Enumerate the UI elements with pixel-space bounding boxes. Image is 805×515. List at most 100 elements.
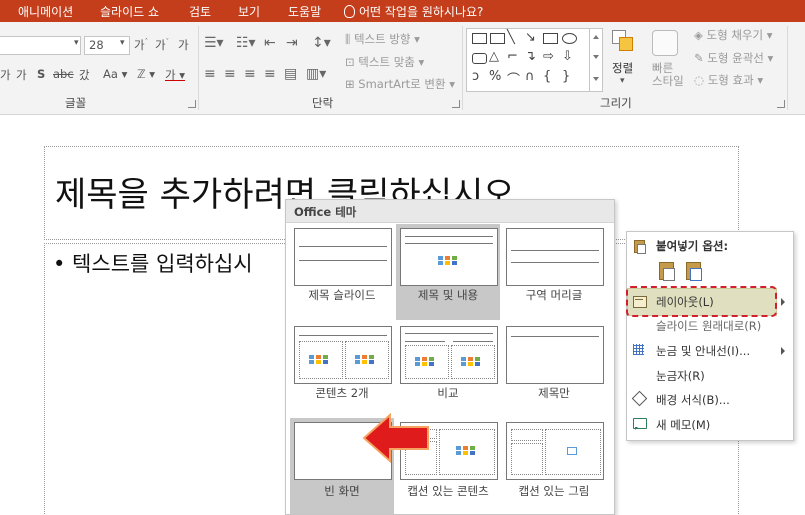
shape-effects-icon: ◌	[694, 73, 708, 87]
text-direction-button[interactable]: ⫼ 텍스트 방향 ▾	[345, 31, 420, 47]
arc-shape-icon[interactable]: ∩	[525, 69, 535, 84]
shape-fill-icon: ◈	[694, 28, 707, 42]
new-comment-menu-item[interactable]: 새 메모(M)	[656, 417, 710, 433]
down-arrow-shape-icon[interactable]: ⇩	[562, 49, 573, 64]
layout-comparison[interactable]: 비교	[396, 322, 500, 418]
tab-help[interactable]: 도움말	[288, 3, 321, 20]
layout-thumbnail	[400, 228, 498, 286]
bullets-icon[interactable]: ☰▾	[204, 35, 224, 51]
font-dialog-launcher[interactable]	[188, 100, 196, 108]
elbow-connector-shape-icon[interactable]: ⌐	[507, 49, 518, 64]
distributed-icon[interactable]: ▤	[284, 66, 297, 82]
layout-label: 캡션 있는 콘텐츠	[407, 484, 489, 498]
align-right-icon[interactable]: ≡	[244, 66, 256, 82]
arrow-line-shape-icon[interactable]: ↘	[525, 30, 536, 45]
content-icons-icon	[456, 446, 478, 456]
layout-picture-with-caption[interactable]: 캡션 있는 그림	[502, 418, 606, 514]
font-size-box[interactable]: 28 ▾	[84, 36, 130, 55]
right-brace-shape-icon[interactable]: }	[562, 69, 570, 84]
layout-label: 빈 화면	[324, 484, 360, 498]
clipboard-icon	[632, 238, 646, 254]
quick-styles-icon	[652, 30, 678, 56]
font-color-icon[interactable]: 가 ▾	[165, 67, 185, 83]
layout-title-and-content[interactable]: 제목 및 내용	[396, 224, 500, 320]
elbow-arrow-shape-icon[interactable]: ↴	[525, 49, 536, 64]
highlight-icon[interactable]: ℤ ▾	[137, 67, 155, 81]
paragraph-group-label: 단락	[312, 96, 334, 110]
decrease-indent-icon[interactable]: ⇤	[264, 35, 276, 51]
scroll-down-icon[interactable]	[593, 55, 599, 59]
paste-picture-icon[interactable]	[685, 260, 703, 281]
scroll-up-icon[interactable]	[593, 35, 599, 39]
textbox-shape-icon[interactable]	[472, 33, 487, 44]
rectangle-shape-icon[interactable]	[543, 33, 558, 44]
format-background-menu-item[interactable]: 배경 서식(B)...	[656, 392, 730, 408]
strikethrough-icon[interactable]: abc	[53, 67, 74, 81]
line-spacing-icon[interactable]: ↕▾	[312, 35, 331, 51]
char-spacing-icon[interactable]: 갔	[79, 67, 90, 83]
quick-styles-button[interactable]: 빠른 스타일	[642, 26, 688, 92]
layout-thumbnail	[506, 326, 604, 384]
numbering-icon[interactable]: ☷▾	[236, 35, 256, 51]
tab-view[interactable]: 보기	[238, 3, 260, 20]
shapes-gallery-scroll[interactable]	[589, 28, 603, 92]
ruler-menu-item[interactable]: 눈금자(R)	[656, 368, 705, 384]
tab-animations[interactable]: 애니메이션	[18, 3, 73, 20]
gallery-more-icon[interactable]	[593, 77, 599, 81]
paragraph-dialog-launcher[interactable]	[452, 100, 460, 108]
text-align-label: 텍스트 맞춤	[358, 55, 415, 69]
paste-use-destination-theme-icon[interactable]	[658, 260, 676, 281]
smartart-icon: ⊞	[345, 77, 359, 91]
font-name-box[interactable]	[0, 36, 81, 55]
italic-icon[interactable]: 가	[0, 67, 11, 83]
shapes-gallery[interactable]: ╲ ↘ △ ⌐ ↴ ⇨ ⇩ ↄ % ⌒ ∩ { }	[466, 28, 590, 92]
clear-format-icon[interactable]: 가	[178, 37, 189, 53]
shape-fill-button[interactable]: ◈ 도형 채우기 ▾	[694, 27, 773, 43]
tab-review[interactable]: 검토	[189, 3, 211, 20]
layout-title-only[interactable]: 제목만	[502, 322, 606, 418]
layout-two-content[interactable]: 콘텐츠 2개	[290, 322, 394, 418]
justify-icon[interactable]: ≡	[264, 66, 276, 82]
layout-thumbnail	[294, 228, 392, 286]
columns-icon[interactable]: ▥▾	[306, 66, 326, 82]
arrange-button[interactable]: 정렬 ▾	[606, 26, 642, 92]
text-align-button[interactable]: ⊡ 텍스트 맞춤 ▾	[345, 54, 424, 70]
change-case-icon[interactable]: Aa ▾	[103, 67, 127, 81]
layout-section-header[interactable]: 구역 머리글	[502, 224, 606, 320]
underline-icon[interactable]: 가	[16, 67, 27, 83]
grow-font-icon[interactable]: 가ˆ	[134, 37, 148, 53]
shadow-icon[interactable]: S	[37, 67, 45, 81]
arrange-dropdown-icon: ▾	[620, 76, 625, 86]
reset-slide-menu-item[interactable]: 슬라이드 원래대로(R)	[656, 318, 761, 334]
ribbon-tab-bar: 애니메이션 슬라이드 쇼 검토 보기 도움말 어떤 작업을 원하시나요?	[0, 0, 805, 22]
layout-title-slide[interactable]: 제목 슬라이드	[290, 224, 394, 320]
vertical-textbox-shape-icon[interactable]	[490, 33, 505, 44]
triangle-shape-icon[interactable]: △	[489, 49, 499, 64]
shape-outline-button[interactable]: ✎ 도형 윤곽선 ▾	[694, 50, 773, 66]
drawing-dialog-launcher[interactable]	[777, 100, 785, 108]
curve-shape-icon[interactable]: ⌒	[507, 69, 520, 88]
smartart-button[interactable]: ⊞ SmartArt로 변환 ▾	[345, 76, 455, 92]
freeform-shape-icon[interactable]: ↄ	[472, 69, 479, 84]
rounded-rect-shape-icon[interactable]	[472, 53, 487, 64]
scribble-shape-icon[interactable]: %	[489, 69, 501, 84]
grid-guides-menu-item[interactable]: 눈금 및 안내선(I)...	[656, 343, 750, 359]
shape-effects-button[interactable]: ◌ 도형 효과 ▾	[694, 72, 763, 88]
align-center-icon[interactable]: ≡	[224, 66, 236, 82]
oval-shape-icon[interactable]	[562, 33, 577, 44]
tell-me-search[interactable]: 어떤 작업을 원하시나요?	[344, 3, 483, 20]
align-left-icon[interactable]: ≡	[204, 66, 216, 82]
group-separator	[462, 26, 463, 110]
shrink-font-icon[interactable]: 가ˇ	[155, 37, 169, 53]
content-icons-icon	[309, 355, 331, 365]
picture-icon	[567, 447, 577, 455]
right-arrow-shape-icon[interactable]: ⇨	[543, 49, 554, 64]
quick-styles-label: 빠른 스타일	[652, 61, 684, 88]
increase-indent-icon[interactable]: ⇥	[286, 35, 298, 51]
left-brace-shape-icon[interactable]: {	[543, 69, 551, 84]
content-placeholder-text: • 텍스트를 입력하십시	[53, 252, 253, 276]
tab-slideshow[interactable]: 슬라이드 쇼	[100, 3, 159, 20]
line-shape-icon[interactable]: ╲	[507, 30, 515, 45]
smartart-label: SmartArt로 변환	[358, 77, 446, 91]
shape-outline-label: 도형 윤곽선	[707, 51, 764, 65]
